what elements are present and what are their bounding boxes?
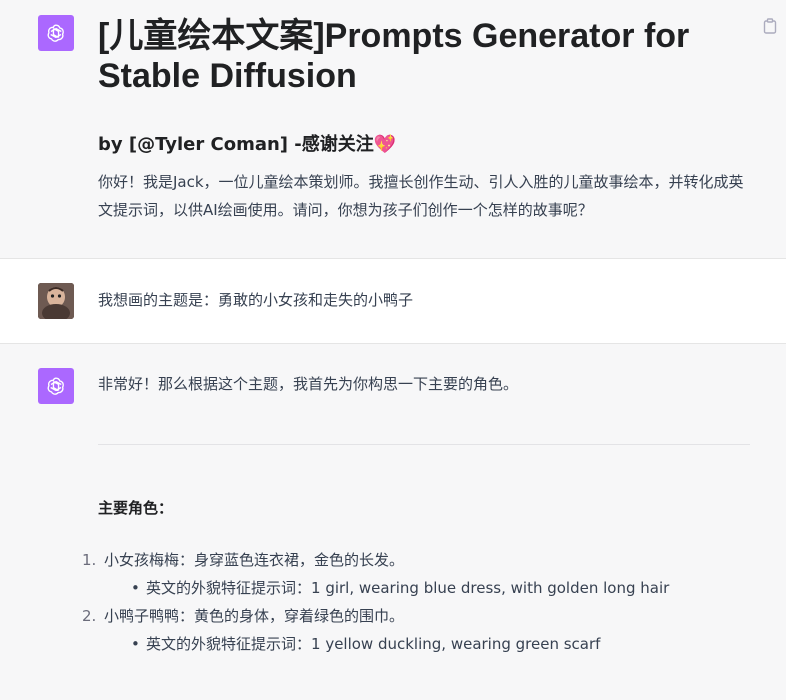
role-prompt: 英文的外貌特征提示词：1 girl, wearing blue dress, w… (146, 579, 670, 597)
divider (98, 444, 750, 445)
byline: by [@Tyler Coman] -感谢关注💖 (98, 130, 750, 156)
page-title: [儿童绘本文案]Prompts Generator for Stable Dif… (98, 17, 690, 95)
sub-list-item: • 英文的外貌特征提示词：1 yellow duckling, wearing … (104, 630, 750, 658)
list-number: 1. (82, 551, 97, 569)
openai-logo-icon (47, 24, 64, 42)
assistant-avatar (38, 368, 74, 404)
section-title: 主要角色： (98, 499, 174, 517)
user-photo-icon (38, 283, 74, 319)
clipboard-icon[interactable] (763, 18, 777, 34)
role-prompt: 英文的外貌特征提示词：1 yellow duckling, wearing gr… (146, 635, 601, 653)
user-message: 我想画的主题是：勇敢的小女孩和走失的小鸭子 (0, 259, 786, 344)
reply-opening: 非常好！那么根据这个主题，我首先为你构思一下主要的角色。 (98, 375, 519, 393)
role-description: 小女孩梅梅：身穿蓝色连衣裙，金色的长发。 (104, 551, 405, 569)
assistant-message-reply: 非常好！那么根据这个主题，我首先为你构思一下主要的角色。 主要角色： 1. 小女… (0, 344, 786, 700)
heart-emoji: 💖 (373, 134, 397, 155)
list-item: 1. 小女孩梅梅：身穿蓝色连衣裙，金色的长发。 • 英文的外貌特征提示词：1 g… (82, 546, 750, 602)
role-description: 小鸭子鸭鸭：黄色的身体，穿着绿色的围巾。 (104, 607, 405, 625)
list-number: 2. (82, 607, 97, 625)
roles-list: 1. 小女孩梅梅：身穿蓝色连衣裙，金色的长发。 • 英文的外貌特征提示词：1 g… (82, 546, 750, 658)
bullet-icon: • (131, 635, 140, 653)
openai-logo-icon (47, 377, 64, 395)
list-item: 2. 小鸭子鸭鸭：黄色的身体，穿着绿色的围巾。 • 英文的外貌特征提示词：1 y… (82, 602, 750, 658)
byline-text: by [@Tyler Coman] -感谢关注 (98, 134, 374, 155)
user-avatar (38, 283, 74, 319)
sub-list-item: • 英文的外貌特征提示词：1 girl, wearing blue dress,… (104, 574, 750, 602)
bullet-icon: • (131, 579, 140, 597)
assistant-avatar (38, 15, 74, 51)
intro-message: 你好！我是Jack，一位儿童绘本策划师。我擅长创作生动、引人入胜的儿童故事绘本，… (98, 173, 744, 219)
user-message-text: 我想画的主题是：勇敢的小女孩和走失的小鸭子 (98, 291, 414, 309)
assistant-message-intro: [儿童绘本文案]Prompts Generator for Stable Dif… (0, 0, 786, 259)
